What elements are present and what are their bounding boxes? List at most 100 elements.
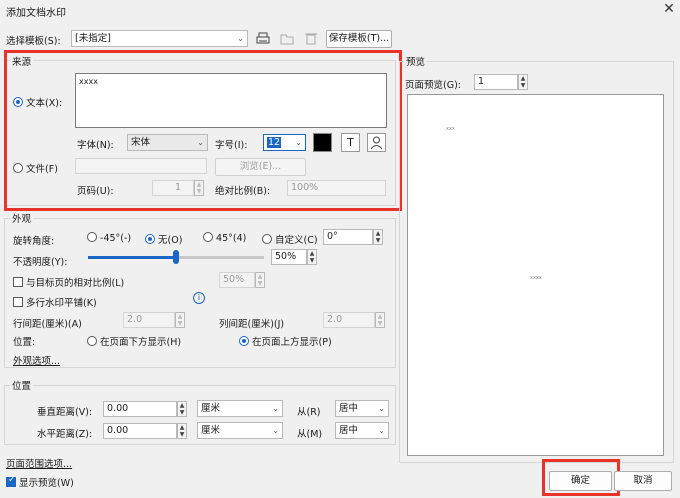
page-label: 页码(U): [77, 186, 114, 197]
row-spacing-input[interactable]: 2.0 [123, 312, 175, 328]
rotation-neg45-button[interactable] [87, 232, 97, 242]
tile-label: 多行水印平铺(K) [26, 298, 97, 309]
chevron-down-icon: ⌄ [272, 426, 279, 435]
text-radio-button[interactable] [13, 97, 23, 107]
folder-icon[interactable] [278, 30, 296, 47]
appearance-options-link[interactable]: 外观选项... [13, 353, 60, 367]
preview-page-label: 页面预览(G): [405, 80, 461, 91]
show-preview-label: 显示预览(W) [19, 478, 74, 489]
file-path-input[interactable] [75, 158, 207, 174]
close-icon[interactable]: ✕ [661, 1, 677, 17]
horizontal-from-label: 从(M) [297, 429, 323, 440]
col-spacing-spinner[interactable]: ▲ ▼ [375, 312, 385, 328]
col-spacing-label: 列间距(厘米)(J) [219, 319, 285, 330]
horizontal-unit-value: 厘米 [201, 425, 221, 436]
template-select[interactable]: [未指定] ⌄ [71, 30, 248, 47]
rotation-none-button[interactable] [145, 234, 155, 244]
appearance-label: 外观 [10, 211, 34, 225]
page-range-link[interactable]: 页面范围选项... [6, 456, 72, 470]
color-swatch[interactable] [313, 133, 332, 152]
opacity-spinner[interactable]: ▲ ▼ [307, 249, 317, 265]
user-icon[interactable] [367, 133, 386, 152]
position-label: 位置 [10, 378, 34, 392]
preview-label: 预览 [404, 54, 428, 68]
opacity-slider-fill [88, 256, 176, 259]
rotation-spinner[interactable]: ▲ ▼ [373, 229, 383, 245]
printer-icon[interactable] [254, 30, 272, 47]
vertical-from-label: 从(R) [297, 407, 321, 418]
text-radio[interactable]: 文本(X): [13, 95, 62, 109]
preview-page: xxx xxxx [407, 94, 664, 456]
cancel-button[interactable]: 取消 [614, 471, 672, 491]
relative-scale-check[interactable] [13, 277, 23, 287]
preview-mark-center: xxxx [530, 275, 542, 281]
horizontal-distance-label: 水平距离(Z): [37, 429, 93, 440]
horizontal-unit-select[interactable]: 厘米 ⌄ [197, 422, 283, 439]
above-page-button[interactable] [239, 336, 249, 346]
tile-check[interactable] [13, 297, 23, 307]
text-format-icon[interactable]: T [341, 133, 360, 152]
font-select[interactable]: 宋体 ⌄ [127, 134, 208, 151]
template-label: 选择模板(S): [6, 36, 61, 47]
relative-scale-input[interactable]: 50% [219, 272, 255, 288]
rotation-custom-input[interactable]: 0° [323, 229, 373, 245]
opacity-label: 不透明度(Y): [13, 257, 68, 268]
vertical-unit-value: 厘米 [201, 403, 221, 414]
horizontal-from-select[interactable]: 居中 ⌄ [335, 422, 389, 439]
rotation-custom-button[interactable] [262, 234, 272, 244]
relative-scale-label: 与目标页的相对比例(L) [26, 278, 125, 289]
watermark-text-input[interactable]: xxxx [75, 73, 387, 128]
vertical-from-select[interactable]: 居中 ⌄ [335, 400, 389, 417]
rotation-45-radio[interactable]: 45°(4) [203, 232, 246, 244]
size-select-value: 12 [267, 137, 282, 148]
rotation-45-label: 45°(4) [216, 233, 247, 244]
info-icon[interactable]: i [193, 292, 205, 304]
opacity-slider-thumb[interactable] [173, 250, 179, 264]
horizontal-distance-spinner[interactable]: ▲ ▼ [177, 423, 187, 439]
file-radio[interactable]: 文件(F) [13, 161, 58, 175]
col-spacing-input[interactable]: 2.0 [323, 312, 375, 328]
show-preview-checkbox[interactable]: 显示预览(W) [6, 475, 74, 489]
chevron-down-icon: ⌄ [272, 404, 279, 413]
opacity-input[interactable]: 50% [271, 249, 307, 265]
horizontal-distance-input[interactable]: 0.00 [103, 423, 177, 439]
relative-scale-checkbox[interactable]: 与目标页的相对比例(L) [13, 275, 124, 289]
below-page-radio[interactable]: 在页面下方显示(H) [87, 334, 181, 348]
row-spacing-label: 行间距(厘米)(A) [13, 319, 82, 330]
chevron-down-icon: ⌄ [295, 138, 302, 147]
chevron-down-icon: ⌄ [378, 404, 385, 413]
rotation-none-radio[interactable]: 无(O) [145, 232, 182, 246]
vertical-unit-select[interactable]: 厘米 ⌄ [197, 400, 283, 417]
layer-position-label: 位置: [13, 337, 36, 348]
preview-page-spinner[interactable]: ▲ ▼ [518, 74, 528, 90]
relative-scale-spinner[interactable]: ▲ ▼ [255, 272, 265, 288]
size-select[interactable]: 12 ⌄ [263, 134, 306, 151]
above-page-radio[interactable]: 在页面上方显示(P) [239, 334, 332, 348]
vertical-distance-spinner[interactable]: ▲ ▼ [177, 401, 187, 417]
vertical-distance-label: 垂直距离(V): [37, 407, 93, 418]
preview-page-input[interactable]: 1 [474, 74, 518, 90]
browse-button[interactable]: 浏览(E)... [215, 158, 306, 176]
font-select-value: 宋体 [131, 137, 151, 148]
rotation-custom-label: 自定义(C) [275, 235, 318, 246]
rotation-label: 旋转角度: [13, 236, 55, 247]
row-spacing-spinner[interactable]: ▲ ▼ [175, 312, 185, 328]
file-radio-button[interactable] [13, 163, 23, 173]
delete-icon[interactable] [302, 30, 320, 47]
below-page-label: 在页面下方显示(H) [100, 337, 182, 348]
text-radio-label: 文本(X): [26, 98, 63, 109]
rotation-neg45-radio[interactable]: -45°(-) [87, 232, 131, 244]
vertical-distance-input[interactable]: 0.00 [103, 401, 177, 417]
show-preview-check[interactable] [6, 475, 16, 487]
page-input[interactable]: 1 [152, 180, 194, 196]
save-template-button[interactable]: 保存模板(T)... [326, 30, 392, 48]
size-label: 字号(I): [215, 140, 248, 151]
font-label: 字体(N): [77, 140, 114, 151]
rotation-none-label: 无(O) [158, 235, 183, 246]
rotation-custom-radio[interactable]: 自定义(C) [262, 232, 318, 246]
rotation-45-button[interactable] [203, 232, 213, 242]
below-page-button[interactable] [87, 336, 97, 346]
page-spinner[interactable]: ▲ ▼ [194, 180, 204, 196]
tile-checkbox[interactable]: 多行水印平铺(K) [13, 295, 97, 309]
scale-input[interactable]: 100% [287, 180, 386, 196]
